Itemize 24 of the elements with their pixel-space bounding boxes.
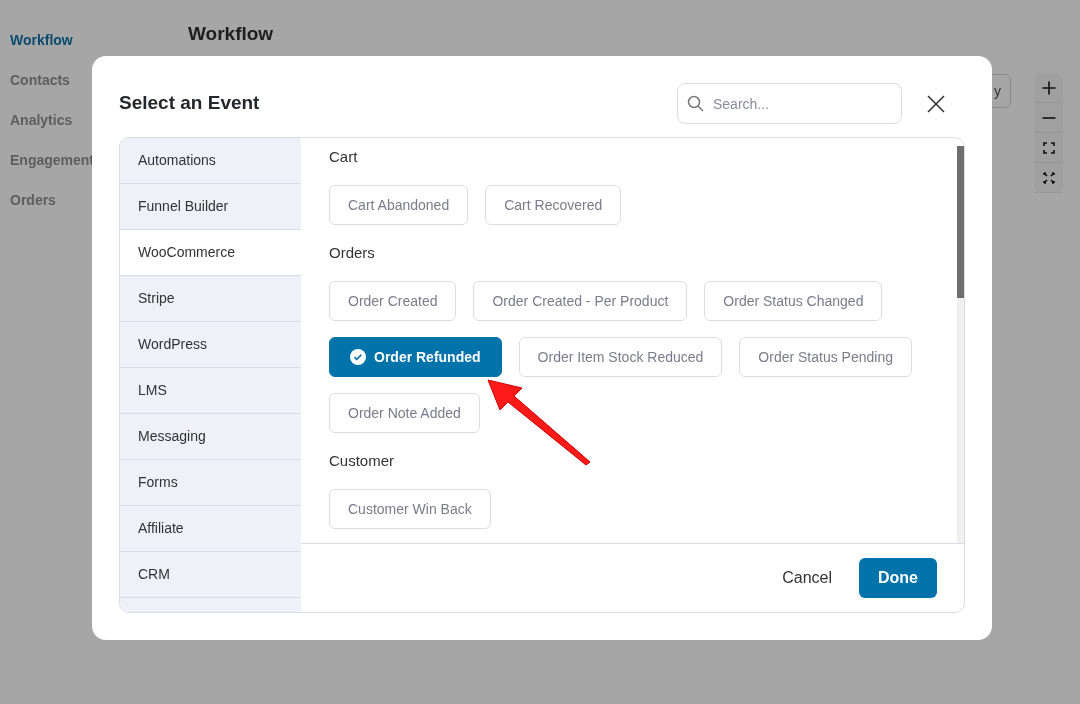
search-icon xyxy=(687,95,704,112)
section-heading: Orders xyxy=(329,243,376,263)
section-heading: Customer xyxy=(329,451,396,471)
section-heading: Cart xyxy=(329,147,359,167)
nav-item[interactable]: Workflow xyxy=(10,30,100,50)
event-chip[interactable]: Cart Abandoned xyxy=(329,185,469,225)
dialog-title: Select an Event xyxy=(119,91,261,116)
event-chip[interactable]: Order Created xyxy=(329,281,457,321)
event-chip[interactable]: Order Refunded xyxy=(329,337,502,377)
check-circle-icon xyxy=(350,349,366,365)
scrollbar[interactable] xyxy=(957,146,964,543)
event-chip[interactable]: Order Created - Per Product xyxy=(473,281,688,321)
cancel-button[interactable]: Cancel xyxy=(778,558,836,598)
event-chip[interactable]: Order Note Added xyxy=(329,393,480,433)
done-button[interactable]: Done xyxy=(859,558,937,598)
event-chip[interactable]: Order Item Stock Reduced xyxy=(518,337,723,377)
event-chip[interactable]: Customer Win Back xyxy=(329,489,491,529)
event-chip[interactable]: Cart Recovered xyxy=(485,185,622,225)
event-chip[interactable]: Order Status Changed xyxy=(704,281,883,321)
close-icon[interactable] xyxy=(927,94,945,113)
page-title: Workflow xyxy=(188,23,274,44)
category-item[interactable]: WooCommerce xyxy=(120,230,301,276)
search-field[interactable]: Search... xyxy=(677,83,902,124)
event-chip[interactable]: Order Status Pending xyxy=(739,337,912,377)
